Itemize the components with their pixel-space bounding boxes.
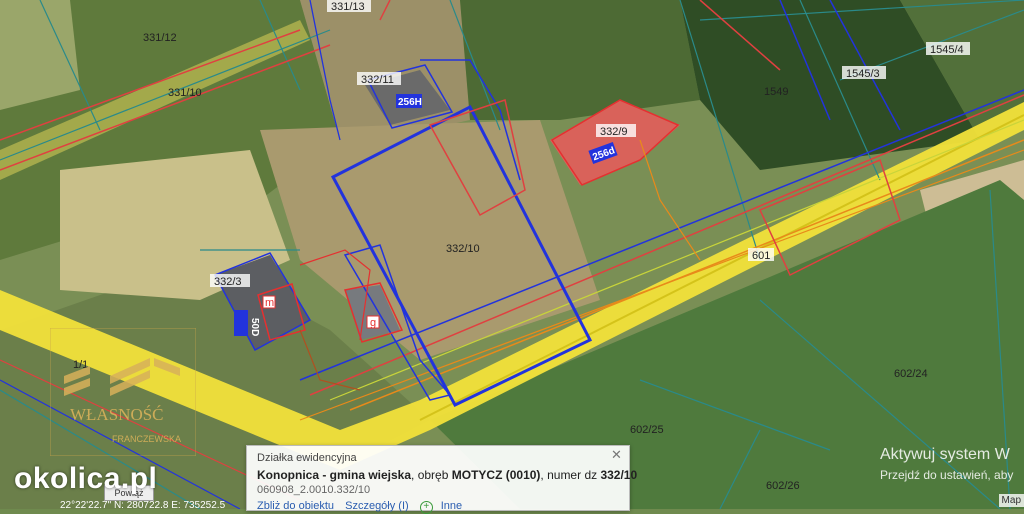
parcel-label-332-9: 332/9 — [600, 126, 628, 138]
site-watermark: okolica.pl — [14, 462, 158, 495]
popup-obreb-prefix: , obręb — [411, 468, 452, 482]
popup-numer: 332/10 — [600, 468, 638, 482]
popup-parcel-summary: Konopnica - gmina wiejska, obręb MOTYCZ … — [257, 468, 637, 482]
coordinates-readout: 22°22'22.7" N: 280722.8 E: 735252.5 — [60, 500, 226, 511]
map-attribution: Map — [998, 494, 1024, 507]
zoom-to-object-link[interactable]: Zbliż do obiektu — [257, 500, 334, 512]
parcel-label-331-12: 331/12 — [143, 32, 177, 44]
popup-links: Zbliż do obiektu Szczegóły (I) + Inne — [257, 500, 470, 514]
parcel-label-602-26: 602/26 — [766, 480, 800, 492]
close-icon[interactable]: ✕ — [611, 448, 623, 461]
windows-activation-notice: Aktywuj system W Przejdź do ustawień, ab… — [880, 446, 1013, 482]
parcel-info-popup: Działka ewidencyjna ✕ Konopnica - gmina … — [246, 445, 637, 514]
building-label-m: m — [265, 297, 274, 309]
parcel-label-602-24: 602/24 — [894, 368, 928, 380]
building-label-50d: 50D — [249, 318, 260, 336]
agency-logo: WŁASNOŚĆ FRANCZEWSKA — [50, 328, 196, 456]
parcel-label-331-10: 331/10 — [168, 87, 202, 99]
logo-text: WŁASNOŚĆ — [70, 405, 164, 424]
popup-obreb: MOTYCZ (0010) — [451, 468, 541, 482]
popup-numer-prefix: , numer dz — [540, 468, 601, 482]
parcel-label-1549: 1549 — [764, 86, 788, 98]
parcel-label-332-3: 332/3 — [214, 276, 242, 288]
parcel-label-601: 601 — [752, 250, 770, 262]
activation-subtitle: Przejdź do ustawień, aby — [880, 468, 1014, 482]
plus-icon[interactable]: + — [419, 501, 433, 514]
popup-header: Działka ewidencyjna — [257, 452, 357, 464]
logo-subtext: FRANCZEWSKA — [112, 434, 181, 444]
popup-place: Konopnica - gmina wiejska — [257, 468, 412, 482]
parcel-label-332-11: 332/11 — [361, 74, 394, 86]
parcel-label-1545-3: 1545/3 — [846, 68, 880, 80]
building-label-g: g — [370, 317, 376, 329]
parcel-label-602-25: 602/25 — [630, 424, 664, 436]
popup-identifier: 060908_2.0010.332/10 — [257, 484, 371, 496]
building-label-256h: 256H — [398, 97, 422, 108]
details-link[interactable]: Szczegóły (I) — [345, 500, 409, 512]
activation-title: Aktywuj system W — [880, 446, 1010, 463]
parcel-label-1545-4: 1545/4 — [930, 44, 964, 56]
other-link[interactable]: Inne — [441, 500, 462, 512]
parcel-label-331-13: 331/13 — [331, 1, 365, 13]
parcel-label-332-10: 332/10 — [446, 243, 480, 255]
